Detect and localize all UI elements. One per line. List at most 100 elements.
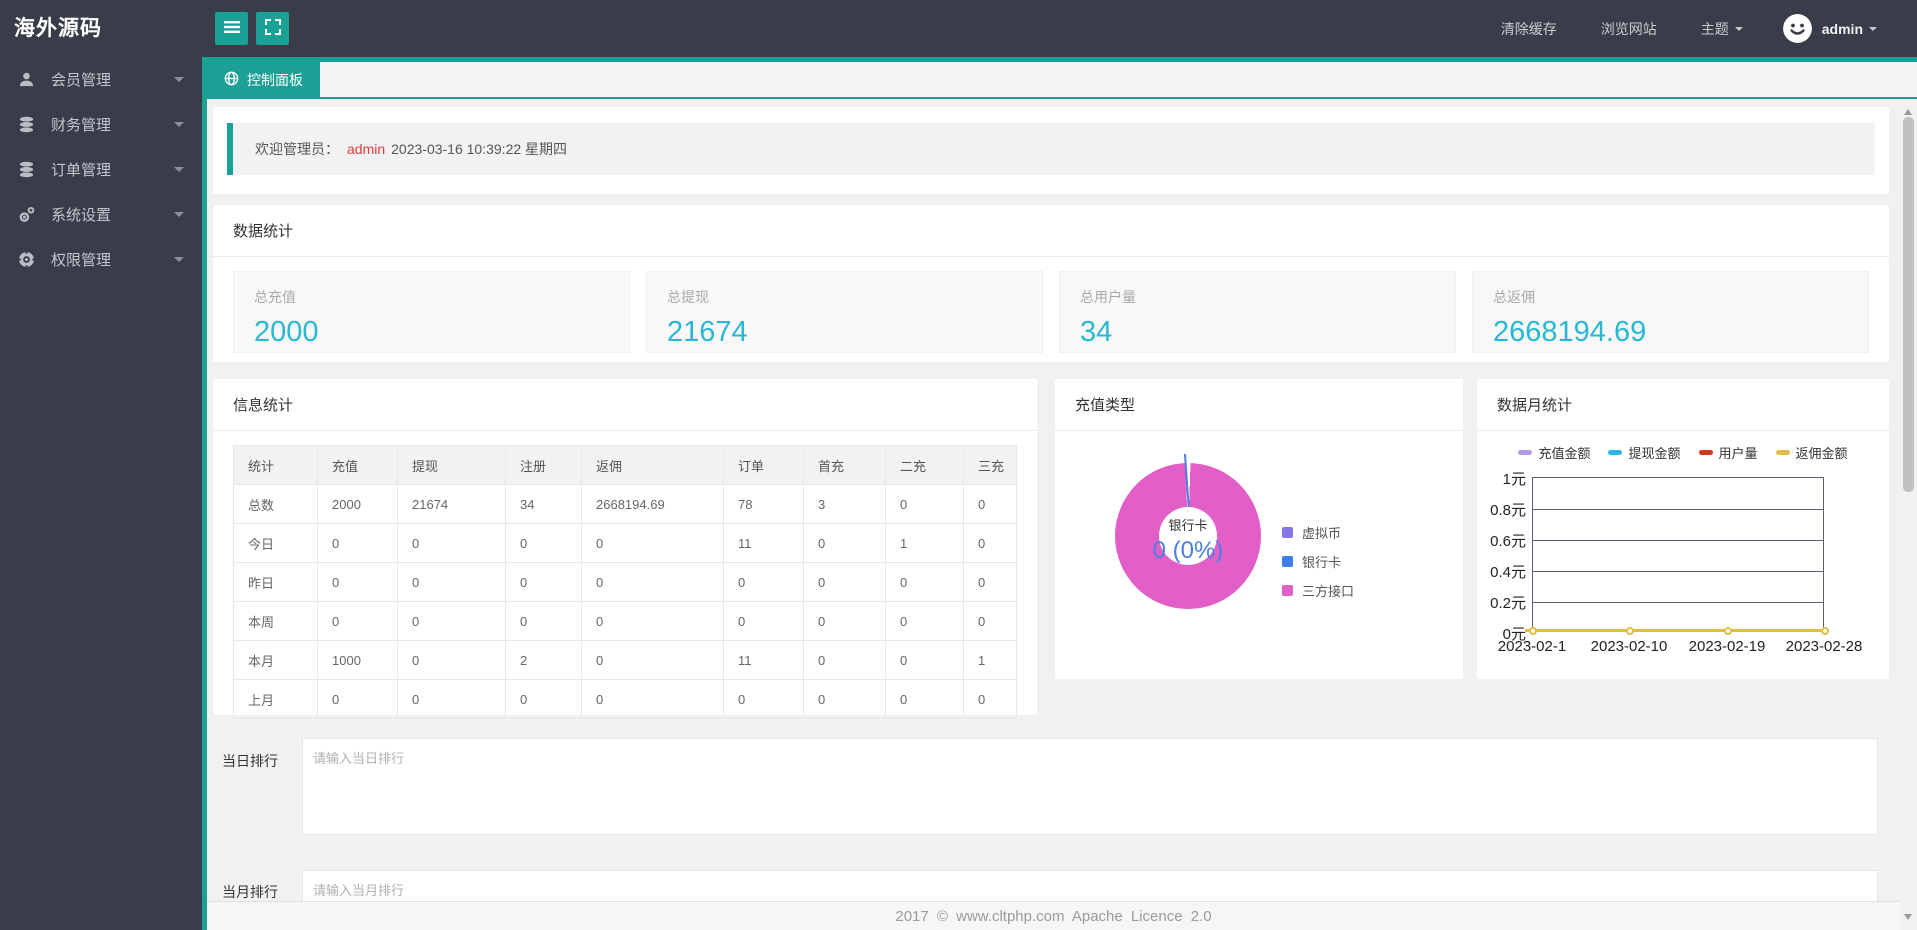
table-row: 本月 1000 0 2 0 11 0 0 1 xyxy=(233,640,1017,680)
scroll-down-arrow[interactable] xyxy=(1904,914,1912,924)
table-cell: 0 xyxy=(581,640,724,680)
section-title: 数据月统计 xyxy=(1477,379,1889,431)
table-cell: 2668194.69 xyxy=(581,484,724,524)
legend-swatch xyxy=(1282,527,1293,538)
table-cell: 0 xyxy=(397,562,506,602)
table-cell: 11 xyxy=(723,523,804,563)
table-header: 统计 充值 提现 注册 返佣 订单 首充 二充 三充 xyxy=(233,445,1017,485)
pie-center-value: 0 (0%) xyxy=(1152,537,1224,564)
legend-item[interactable]: 用户量 xyxy=(1698,443,1758,462)
chevron-down-icon xyxy=(174,256,184,267)
monthly-ranking-label: 当月排行 xyxy=(222,884,278,900)
sidebar-item-permissions[interactable]: 权限管理 xyxy=(0,237,202,282)
welcome-datetime: 2023-03-16 10:39:22 星期四 xyxy=(391,141,568,157)
table-cell: 0 xyxy=(963,679,1017,719)
table-cell: 本周 xyxy=(233,601,318,641)
stat-card: 总提现 21674 xyxy=(646,271,1043,353)
welcome-prefix: 欢迎管理员： xyxy=(255,141,339,157)
table-cell: 今日 xyxy=(233,523,318,563)
table-cell: 0 xyxy=(803,640,886,680)
table-cell: 0 xyxy=(885,562,964,602)
column-header: 统计 xyxy=(233,445,318,485)
sidebar-item-orders[interactable]: 订单管理 xyxy=(0,147,202,192)
sidebar-item-label: 会员管理 xyxy=(51,72,112,89)
pie-chart: 银行卡 0 (0%) 虚拟币银行卡三方接口 xyxy=(1055,431,1463,682)
column-header: 充值 xyxy=(317,445,398,485)
table-cell: 0 xyxy=(963,523,1017,563)
table-cell: 2000 xyxy=(317,484,398,524)
user-menu[interactable]: admin xyxy=(1822,21,1877,37)
sidebar-item-settings[interactable]: 系统设置 xyxy=(0,192,202,237)
gears-icon xyxy=(18,206,38,223)
topbar-nav: 清除缓存 浏览网站 主题 admin xyxy=(1457,0,1877,57)
header-accent-line xyxy=(202,57,1917,62)
table-cell: 2 xyxy=(505,640,582,680)
table-cell: 0 xyxy=(723,601,804,641)
table-row: 本周 0 0 0 0 0 0 0 0 xyxy=(233,601,1017,641)
column-header: 提现 xyxy=(397,445,506,485)
stat-label: 总用户量 xyxy=(1080,289,1136,305)
table-cell: 本月 xyxy=(233,640,318,680)
collapse-sidebar-button[interactable] xyxy=(215,12,248,45)
chevron-down-icon xyxy=(174,211,184,222)
info-stats-card: 信息统计 统计 充值 提现 注册 返佣 订单 首充 二充 三充 总数 2000 21674 34 2668… xyxy=(213,379,1037,719)
table-cell: 0 xyxy=(397,523,506,563)
recharge-type-card: 充值类型 银行卡 0 (0%) 虚拟币 银行卡 三方接口 xyxy=(1055,379,1463,679)
legend-label: 返佣金额 xyxy=(1795,446,1848,461)
table-cell: 0 xyxy=(581,679,724,719)
data-point-marker xyxy=(1529,627,1537,635)
database-icon xyxy=(18,161,38,178)
browse-site-link[interactable]: 浏览网站 xyxy=(1601,19,1657,39)
theme-label: 主题 xyxy=(1700,20,1729,37)
sidebar-item-finance[interactable]: 财务管理 xyxy=(0,102,202,147)
x-tick-label: 2023-02-10 xyxy=(1590,638,1668,655)
legend-item[interactable]: 虚拟币 xyxy=(1282,523,1354,542)
fullscreen-button[interactable] xyxy=(256,12,289,45)
legend-item[interactable]: 银行卡 xyxy=(1282,552,1354,571)
gridline xyxy=(1533,540,1823,541)
sidebar-item-members[interactable]: 会员管理 xyxy=(0,57,202,102)
table-cell: 0 xyxy=(885,679,964,719)
theme-menu[interactable]: 主题 xyxy=(1701,19,1743,39)
tab-dashboard[interactable]: 控制面板 xyxy=(207,62,320,97)
sidebar-item-label: 订单管理 xyxy=(51,162,112,179)
stat-value: 34 xyxy=(1080,316,1113,348)
stat-value: 21674 xyxy=(667,316,748,348)
table-cell: 78 xyxy=(723,484,804,524)
gridline xyxy=(1533,509,1823,510)
table-cell: 总数 xyxy=(233,484,318,524)
scrollbar-thumb[interactable] xyxy=(1903,117,1914,492)
stat-card: 总充值 2000 xyxy=(233,271,630,353)
sidebar-item-label: 系统设置 xyxy=(51,207,112,224)
donut-chart[interactable]: 银行卡 0 (0%) xyxy=(1115,454,1261,609)
sidebar-item-label: 财务管理 xyxy=(51,117,112,134)
x-tick-label: 2023-02-28 xyxy=(1785,638,1863,655)
clear-cache-link[interactable]: 清除缓存 xyxy=(1501,19,1557,39)
table-row: 总数 2000 21674 34 2668194.69 78 3 0 0 xyxy=(233,484,1017,524)
legend-item[interactable]: 三方接口 xyxy=(1282,581,1354,600)
column-header: 二充 xyxy=(885,445,964,485)
vertical-scrollbar xyxy=(1900,99,1917,930)
y-tick-label: 0.2元 xyxy=(1490,595,1526,612)
legend-item[interactable]: 充值金额 xyxy=(1518,443,1590,462)
avatar[interactable] xyxy=(1782,14,1812,43)
welcome-card: 欢迎管理员： admin 2023-03-16 10:39:22 星期四 xyxy=(213,107,1889,194)
footer: 2017 © www.cltphp.com Apache Licence 2.0 xyxy=(207,901,1900,930)
legend-item[interactable]: 提现金额 xyxy=(1608,443,1681,462)
legend-swatch xyxy=(1282,585,1293,596)
legend-label: 提现金额 xyxy=(1628,446,1681,461)
table-cell: 0 xyxy=(963,601,1017,641)
column-header: 三充 xyxy=(963,445,1017,485)
legend-item[interactable]: 返佣金额 xyxy=(1775,443,1848,462)
stat-label: 总充值 xyxy=(254,289,296,305)
daily-ranking-input[interactable] xyxy=(302,738,1878,835)
welcome-message: 欢迎管理员： admin 2023-03-16 10:39:22 星期四 xyxy=(227,123,1875,175)
tab-label: 控制面板 xyxy=(247,71,303,88)
table-cell: 1 xyxy=(963,640,1017,680)
column-header: 返佣 xyxy=(581,445,724,485)
app-logo: 海外源码 xyxy=(14,17,102,40)
table-cell: 0 xyxy=(803,601,886,641)
chevron-down-icon xyxy=(174,121,184,132)
table-cell: 0 xyxy=(397,601,506,641)
scroll-up-arrow[interactable] xyxy=(1904,105,1912,115)
